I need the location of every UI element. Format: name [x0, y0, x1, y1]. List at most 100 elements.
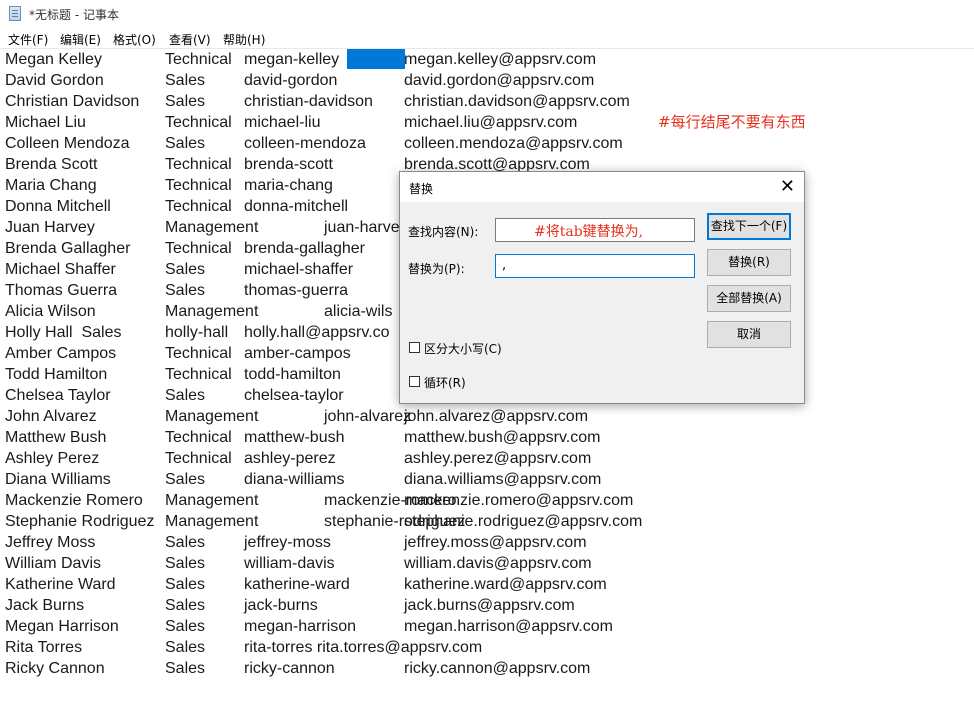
row-username: jack-burns [244, 597, 318, 614]
row-email: diana.williams@appsrv.com [404, 471, 602, 488]
row-name: Katherine Ward [5, 576, 116, 593]
row-username: jeffrey-moss [244, 534, 331, 551]
find-next-button[interactable]: 查找下一个(F) [707, 213, 791, 240]
row-email: john.alvarez@appsrv.com [404, 408, 589, 425]
row-username: michael-shaffer [244, 261, 354, 278]
row-email: colleen.mendoza@appsrv.com [404, 135, 623, 152]
row-name: Matthew Bush [5, 429, 107, 446]
close-icon[interactable]: ✕ [780, 176, 795, 197]
row-email: jeffrey.moss@appsrv.com [404, 534, 587, 551]
match-case-checkbox[interactable] [409, 342, 420, 353]
row-name: Juan Harvey [5, 219, 95, 236]
wrap-checkbox[interactable] [409, 376, 420, 387]
row-name: Donna Mitchell [5, 198, 111, 215]
row-department: Sales [165, 93, 206, 110]
row-name: Jeffrey Moss [5, 534, 96, 551]
text-line: Mackenzie Romero Management mackenzie-rome… [0, 491, 974, 512]
row-department: Sales [165, 387, 206, 404]
row-username: christian-davidson [244, 93, 373, 110]
row-name: Amber Campos [5, 345, 117, 362]
row-department: Technical [165, 366, 232, 383]
row-name: Ashley Perez [5, 450, 100, 467]
row-name: Stephanie Rodriguez [5, 513, 155, 530]
find-input[interactable]: #将tab键替换为, [495, 218, 695, 242]
row-name: Todd Hamilton [5, 366, 108, 383]
menu-edit[interactable]: 编辑(E) [60, 31, 101, 48]
row-username: chelsea-taylor [244, 387, 344, 404]
row-username: colleen-mendoza [244, 135, 366, 152]
row-email: megan.harrison@appsrv.com [404, 618, 613, 635]
row-username: brenda-scott [244, 156, 333, 173]
text-line: David Gordon Sales david-gordon david.gordo… [0, 71, 974, 92]
text-line: Katherine Ward Sales katherine-ward katheri… [0, 575, 974, 596]
row-username: todd-hamilton [244, 366, 341, 383]
row-username-wide: john-alvarez [324, 408, 412, 425]
replace-button[interactable]: 替换(R) [707, 249, 791, 276]
replace-all-button[interactable]: 全部替换(A) [707, 285, 791, 312]
text-line: Jeffrey Moss Sales jeffrey-moss jeffrey.mos… [0, 533, 974, 554]
row-name: Thomas Guerra [5, 282, 118, 299]
row-department: Management [165, 513, 259, 530]
menu-format[interactable]: 格式(O) [113, 31, 156, 48]
row-department: Sales [165, 282, 206, 299]
replace-dialog: 替换 ✕ 查找内容(N): #将tab键替换为, 替换为(P): , 查找下一个… [399, 171, 805, 404]
text-line: Colleen Mendoza Sales colleen-mendoza colle… [0, 134, 974, 155]
row-department: Sales [165, 72, 206, 89]
row-username-wide: alicia-wils [324, 303, 393, 320]
text-line: Ricky Cannon Sales ricky-cannon ricky.canno… [0, 659, 974, 680]
row-department: Technical [165, 345, 232, 362]
row-username: megan-harrison [244, 618, 357, 635]
text-line: Rita Torres Sales rita-torres rita.torres@… [0, 638, 974, 659]
row-name: John Alvarez [5, 408, 97, 425]
row-name: Megan Kelley [5, 51, 102, 68]
row-name: Brenda Scott [5, 156, 98, 173]
row-email: ricky.cannon@appsrv.com [404, 660, 591, 677]
menu-view[interactable]: 查看(V) [169, 31, 211, 48]
row-name: Michael Liu [5, 114, 86, 131]
row-department: Sales [165, 597, 206, 614]
cancel-button[interactable]: 取消 [707, 321, 791, 348]
row-department: Technical [165, 240, 232, 257]
menu-file[interactable]: 文件(F) [8, 31, 48, 48]
row-email: megan.kelley@appsrv.com [404, 51, 597, 68]
row-email: christian.davidson@appsrv.com [404, 93, 630, 110]
row-username: michael-liu [244, 114, 321, 131]
row-email: mackenzie.romero@appsrv.com [404, 492, 634, 509]
row-name: Diana Williams [5, 471, 111, 488]
find-label: 查找内容(N): [408, 225, 479, 239]
row-department: Technical [165, 450, 232, 467]
row-email: william.davis@appsrv.com [404, 555, 592, 572]
notepad-icon [9, 6, 21, 21]
row-name: Colleen Mendoza [5, 135, 130, 152]
row-department: Sales [165, 618, 206, 635]
text-line: Stephanie Rodriguez Management stephanie-r… [0, 512, 974, 533]
row-email: jack.burns@appsrv.com [404, 597, 575, 614]
row-name: Brenda Gallagher [5, 240, 131, 257]
row-email: stephanie.rodriguez@appsrv.com [404, 513, 643, 530]
row-name: William Davis [5, 555, 101, 572]
row-email: ashley.perez@appsrv.com [404, 450, 592, 467]
row-department: Sales [165, 471, 206, 488]
row-email: katherine.ward@appsrv.com [404, 576, 607, 593]
row-department: Technical [165, 177, 232, 194]
replace-input[interactable]: , [495, 254, 695, 278]
row-username: brenda-gallagher [244, 240, 365, 257]
row-department: holly-hall [165, 324, 229, 341]
text-line: John Alvarez Management john-alvarez john.a… [0, 407, 974, 428]
row-name: Alicia Wilson [5, 303, 96, 320]
menu-help[interactable]: 帮助(H) [223, 31, 265, 48]
row-name: Megan Harrison [5, 618, 119, 635]
text-line: Jack Burns Sales jack-burns jack.burns@apps… [0, 596, 974, 617]
row-username: donna-mitchell [244, 198, 349, 215]
row-name: Michael Shaffer [5, 261, 116, 278]
match-case-label: 区分大小写(C) [424, 342, 502, 356]
text-line: Ashley Perez Technical ashley-perez ashley.… [0, 449, 974, 470]
replace-label: 替换为(P): [408, 262, 465, 276]
row-username: rita-torres rita.torres@appsrv.com [244, 639, 483, 656]
row-username: william-davis [244, 555, 335, 572]
row-username: amber-campos [244, 345, 351, 362]
selection-highlight [347, 49, 405, 69]
row-name: Mackenzie Romero [5, 492, 143, 509]
row-username: ricky-cannon [244, 660, 335, 677]
text-line: Megan Harrison Sales megan-harrison megan.h… [0, 617, 974, 638]
